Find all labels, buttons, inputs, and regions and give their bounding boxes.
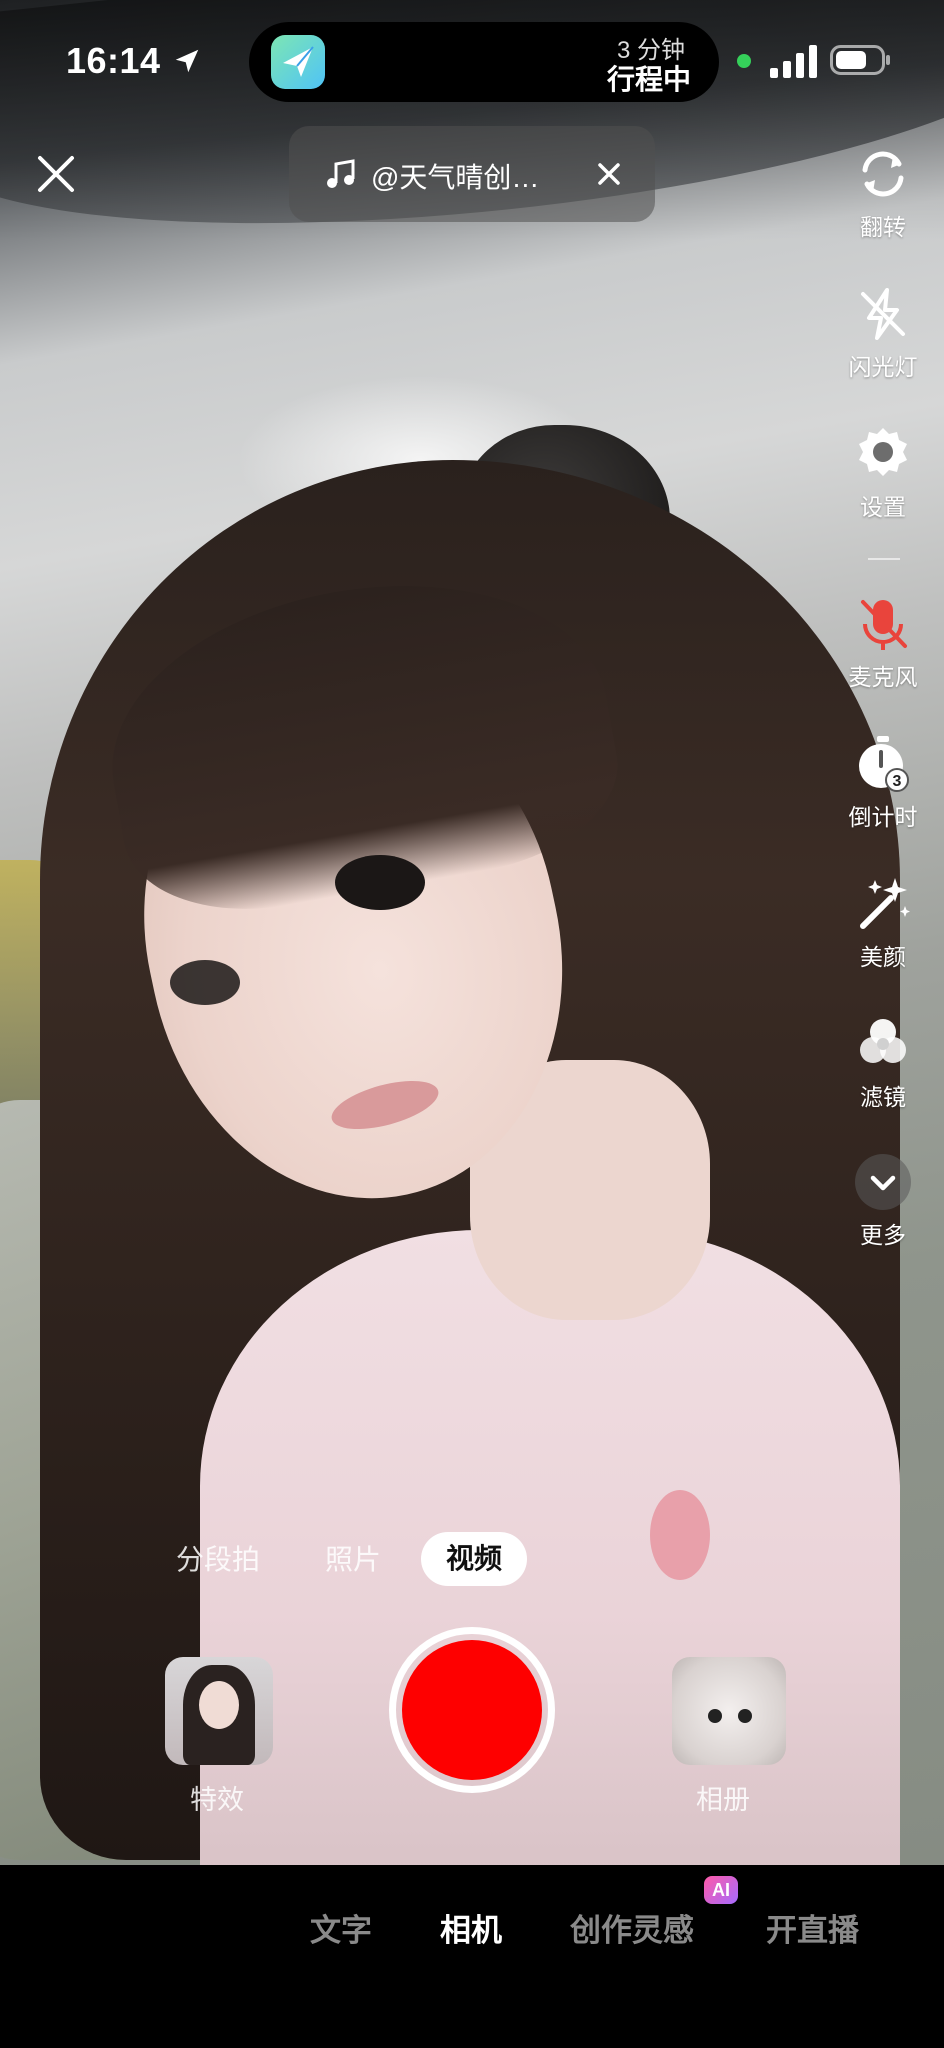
microphone-muted-icon — [861, 600, 907, 650]
beauty-wand-icon — [860, 878, 910, 929]
status-bar: 16:14 3 分钟 行程中 — [0, 0, 944, 120]
close-icon[interactable] — [28, 146, 84, 202]
album-thumb-detail — [708, 1709, 722, 1723]
music-selector[interactable]: @天气晴创… — [289, 126, 655, 222]
subject-shirt — [200, 1230, 900, 1865]
more-button[interactable]: 更多 — [838, 1150, 928, 1250]
music-label: @天气晴创… — [371, 162, 540, 193]
mode-video[interactable]: 视频 — [421, 1532, 527, 1586]
status-time: 16:14 — [66, 40, 161, 81]
album-label: 相册 — [696, 1785, 750, 1815]
flip-label: 翻转 — [860, 214, 906, 240]
music-note-icon — [327, 159, 355, 188]
microphone-label: 麦克风 — [848, 664, 918, 690]
shirt-heart-decoration — [650, 1490, 710, 1580]
navigation-app-icon — [271, 35, 325, 89]
microphone-button[interactable]: 麦克风 — [838, 592, 928, 692]
settings-gear-icon — [859, 428, 907, 476]
more-label: 更多 — [860, 1222, 906, 1248]
album-button[interactable] — [672, 1657, 786, 1765]
record-button[interactable] — [402, 1640, 542, 1780]
bottom-nav: 文字 相机 创作灵感 开直播 — [0, 1865, 944, 2048]
effects-button[interactable] — [165, 1657, 273, 1765]
flip-camera-button[interactable]: 翻转 — [838, 142, 928, 242]
mode-segment[interactable]: 分段拍 — [176, 1538, 260, 1578]
chevron-down-icon — [855, 1154, 911, 1210]
filter-label: 滤镜 — [860, 1084, 906, 1110]
svg-text:3: 3 — [893, 773, 902, 790]
countdown-button[interactable]: 3 倒计时 — [838, 732, 928, 832]
nav-text[interactable]: 文字 — [310, 1905, 372, 1950]
countdown-timer-icon: 3 — [859, 736, 909, 792]
ai-badge: AI — [704, 1876, 738, 1904]
subject-eye — [335, 855, 425, 910]
beauty-label: 美颜 — [860, 944, 906, 970]
subject-eye — [170, 960, 240, 1005]
flash-label: 闪光灯 — [848, 354, 918, 380]
trip-status: 行程中 — [606, 64, 691, 95]
settings-label: 设置 — [860, 494, 906, 520]
rail-divider — [868, 558, 900, 560]
flash-off-icon — [861, 288, 905, 340]
effects-thumb-face — [199, 1681, 239, 1729]
dynamic-island[interactable]: 3 分钟 行程中 — [249, 22, 719, 102]
effects-label: 特效 — [190, 1785, 244, 1815]
nav-camera[interactable]: 相机 — [440, 1905, 502, 1950]
flip-camera-icon — [862, 151, 904, 197]
filter-circles-icon — [860, 1019, 906, 1063]
battery-icon — [830, 45, 890, 75]
cellular-signal-icon — [770, 45, 817, 78]
flash-button[interactable]: 闪光灯 — [838, 282, 928, 382]
settings-button[interactable]: 设置 — [838, 422, 928, 522]
nav-inspiration[interactable]: 创作灵感 — [570, 1905, 694, 1950]
album-thumb-detail — [738, 1709, 752, 1723]
beauty-button[interactable]: 美颜 — [838, 872, 928, 972]
countdown-label: 倒计时 — [848, 804, 918, 830]
location-arrow-icon — [175, 49, 199, 73]
privacy-indicator — [737, 54, 751, 68]
filter-button[interactable]: 滤镜 — [838, 1012, 928, 1112]
remove-music-icon[interactable] — [591, 156, 627, 192]
mode-photo[interactable]: 照片 — [325, 1538, 381, 1578]
nav-live[interactable]: 开直播 — [766, 1905, 859, 1950]
